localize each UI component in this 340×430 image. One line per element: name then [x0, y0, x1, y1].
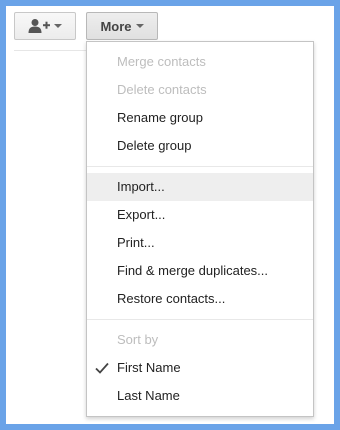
menu-item-export[interactable]: Export... [87, 201, 313, 229]
menu-item-find-merge-duplicates[interactable]: Find & merge duplicates... [87, 257, 313, 285]
sort-first-name-label: First Name [117, 360, 181, 375]
menu-item-delete-contacts: Delete contacts [117, 82, 207, 97]
sort-last-name-label: Last Name [117, 388, 180, 403]
menu-item-restore-contacts[interactable]: Restore contacts... [87, 285, 313, 313]
chevron-down-icon [54, 24, 62, 28]
contacts-panel: More Merge contacts Delete contacts Rena… [6, 6, 334, 424]
menu-separator [87, 166, 313, 167]
menu-item-merge-contacts: Merge contacts [117, 54, 206, 69]
more-button-label: More [100, 18, 132, 34]
menu-item-print[interactable]: Print... [87, 229, 313, 257]
toolbar-divider [14, 50, 94, 51]
add-contact-button[interactable] [14, 12, 76, 40]
checkmark-icon [95, 354, 109, 382]
sort-by-header: Sort by [117, 332, 159, 347]
menu-item-delete-group[interactable]: Delete group [87, 132, 313, 160]
person-add-icon [28, 18, 50, 34]
menu-item-import[interactable]: Import... [87, 173, 313, 201]
chevron-down-icon [135, 24, 144, 28]
more-button[interactable]: More [86, 12, 158, 40]
menu-item-sort-last-name[interactable]: Last Name [87, 382, 313, 410]
menu-separator [87, 319, 313, 320]
menu-item-rename-group[interactable]: Rename group [87, 104, 313, 132]
menu-item-sort-first-name[interactable]: First Name [87, 354, 313, 382]
more-dropdown-menu: Merge contacts Delete contacts Rename gr… [86, 41, 314, 417]
